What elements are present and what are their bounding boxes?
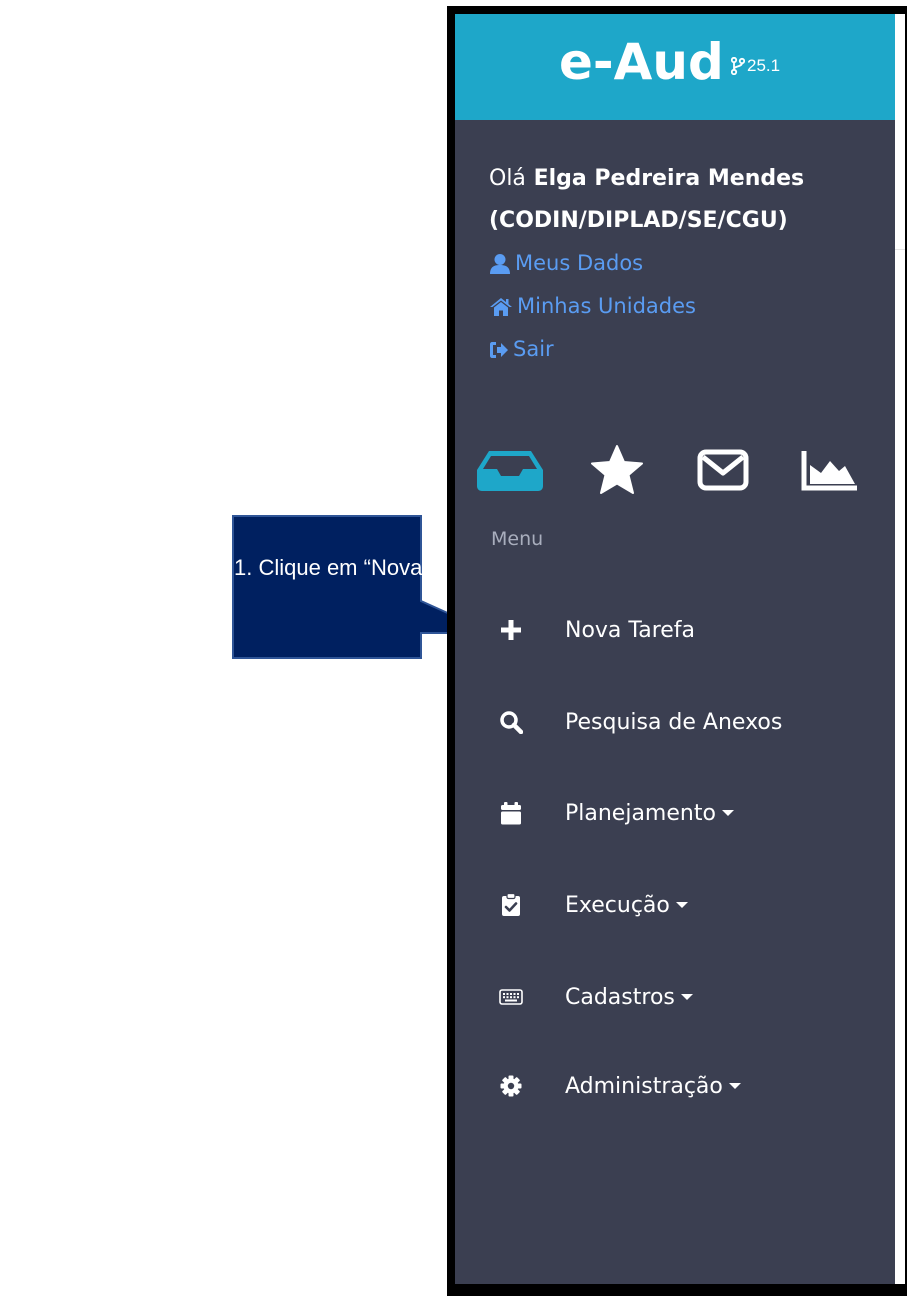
quick-icons-bar: [475, 442, 875, 498]
meus-dados-link[interactable]: Meus Dados: [489, 242, 804, 285]
sidebar: e-Aud 25.1 Olá Elga Pedreira Mendes (COD…: [455, 14, 895, 1284]
messages-button[interactable]: [696, 442, 750, 498]
star-icon: [591, 445, 643, 494]
menu-item-execucao[interactable]: Execução: [499, 877, 688, 933]
callout-text: 1. Clique em “Nova Tarefa”: [234, 555, 497, 580]
menu-item-pesquisa-anexos[interactable]: Pesquisa de Anexos: [499, 694, 782, 750]
content-divider: [895, 249, 905, 250]
user-name-line: Olá Elga Pedreira Mendes: [489, 158, 804, 200]
menu-item-cadastros[interactable]: Cadastros: [499, 969, 693, 1025]
sign-out-icon: [490, 341, 508, 358]
menu-item-label: Pesquisa de Anexos: [565, 709, 783, 735]
user-greeting: Olá: [489, 166, 526, 191]
minhas-unidades-link[interactable]: Minhas Unidades: [489, 285, 804, 328]
version-badge: 25.1: [731, 56, 780, 76]
minhas-unidades-label: Minhas Unidades: [517, 294, 696, 318]
chevron-down-icon: [728, 1083, 741, 1089]
clipboard-check-icon: [499, 893, 523, 917]
brand-title[interactable]: e-Aud: [559, 24, 724, 100]
inbox-button[interactable]: [475, 442, 545, 498]
screen: 1. Clique em “Nova Tarefa” e-Aud 25.1 Ol…: [0, 0, 907, 1296]
menu-item-nova-tarefa[interactable]: Nova Tarefa: [499, 602, 695, 658]
main-content-edge: [895, 14, 905, 1284]
reports-button[interactable]: [800, 442, 860, 498]
version-text: 25.1: [747, 56, 781, 75]
search-icon: [499, 710, 523, 734]
keyboard-icon: [499, 985, 523, 1009]
menu-heading: Menu: [491, 528, 544, 550]
menu-item-label: Administração: [565, 1073, 723, 1099]
calendar-icon: [499, 801, 523, 825]
menu-item-label: Planejamento: [565, 800, 716, 826]
menu-item-label: Cadastros: [565, 984, 675, 1010]
sair-link[interactable]: Sair: [489, 328, 804, 371]
chevron-down-icon: [721, 810, 734, 816]
menu-item-label: Execução: [565, 892, 670, 918]
area-chart-icon: [801, 451, 857, 491]
chevron-down-icon: [675, 902, 688, 908]
sair-label: Sair: [513, 337, 554, 361]
code-branch-icon: [731, 57, 745, 75]
chevron-down-icon: [680, 994, 693, 1000]
menu-item-planejamento[interactable]: Planejamento: [499, 785, 734, 841]
favorites-button[interactable]: [589, 442, 645, 498]
user-panel: Olá Elga Pedreira Mendes (CODIN/DIPLAD/S…: [489, 158, 804, 371]
brand-bar: e-Aud 25.1: [455, 14, 895, 120]
user-icon: [490, 253, 510, 274]
user-unit: (CODIN/DIPLAD/SE/CGU): [489, 208, 788, 233]
menu-item-administracao[interactable]: Administração: [499, 1058, 741, 1114]
menu-item-label: Nova Tarefa: [565, 617, 696, 643]
envelope-icon: [697, 449, 749, 491]
user-name: Elga Pedreira Mendes: [533, 166, 805, 191]
cog-icon: [499, 1074, 523, 1098]
home-icon: [490, 297, 512, 316]
inbox-icon: [477, 451, 543, 491]
plus-icon: [499, 618, 523, 642]
meus-dados-label: Meus Dados: [515, 251, 644, 275]
